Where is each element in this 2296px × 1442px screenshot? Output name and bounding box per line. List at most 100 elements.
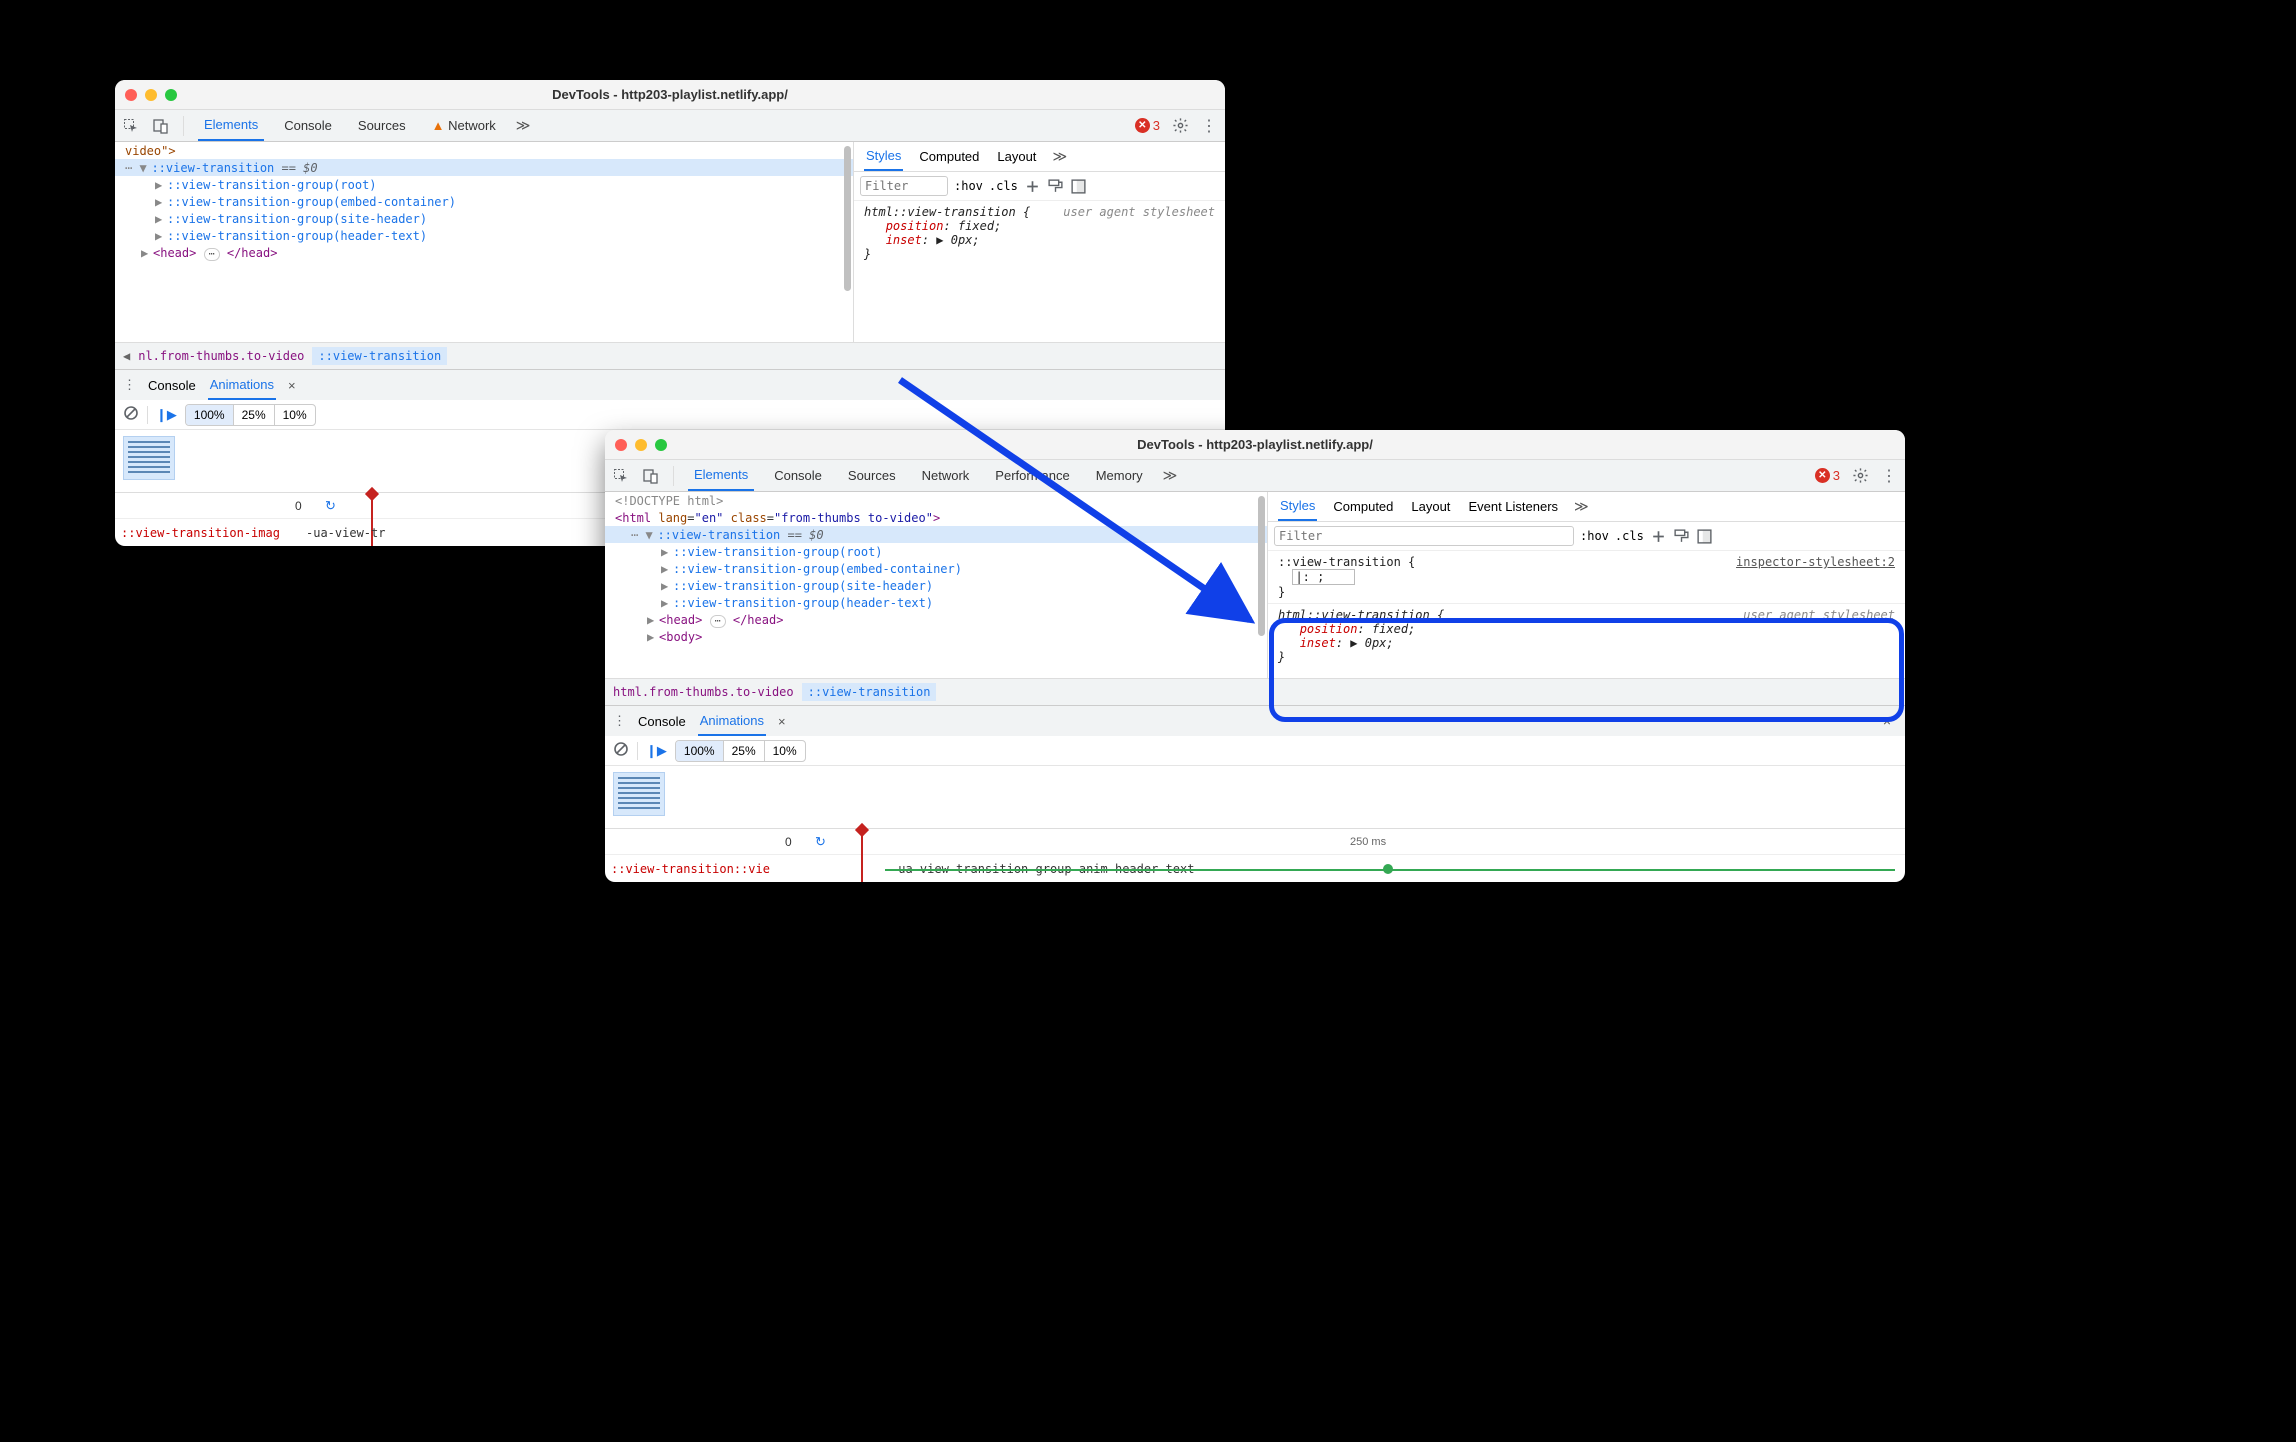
filter-input[interactable] [1274, 526, 1574, 546]
filter-input[interactable] [860, 176, 948, 196]
crumb-item[interactable]: html.from-thumbs.to-video [613, 685, 794, 699]
animation-thumbnails[interactable] [605, 766, 1905, 828]
clear-icon[interactable] [123, 405, 139, 424]
property-edit-input[interactable]: |: ; [1292, 569, 1355, 585]
hov-toggle[interactable]: :hov [1580, 529, 1609, 543]
gear-icon[interactable] [1852, 467, 1869, 484]
zoom-window-button[interactable] [165, 89, 177, 101]
tab-styles[interactable]: Styles [1278, 492, 1317, 521]
dom-node-selected[interactable]: ⋯ ▼::view-transition == $0 [115, 159, 853, 176]
play-icon[interactable]: ❙▶ [646, 743, 667, 759]
dom-node[interactable]: <html lang="en" class="from-thumbs to-vi… [605, 509, 1267, 526]
animation-group-thumb[interactable] [613, 772, 665, 816]
tab-event-listeners[interactable]: Event Listeners [1466, 493, 1560, 520]
tab-layout[interactable]: Layout [995, 143, 1038, 170]
drawer-tab-animations[interactable]: Animations [208, 371, 276, 400]
crumb-item-active[interactable]: ::view-transition [312, 347, 447, 365]
drawer-tab-console[interactable]: Console [148, 378, 196, 393]
tab-styles[interactable]: Styles [864, 142, 903, 171]
dom-node[interactable]: ▶::view-transition-group(header-text) [115, 227, 853, 244]
speed-toggle[interactable]: 100% 25% 10% [675, 740, 806, 762]
drawer-tab-animations[interactable]: Animations [698, 707, 766, 736]
hov-toggle[interactable]: :hov [954, 179, 983, 193]
minimize-window-button[interactable] [635, 439, 647, 451]
css-rule-inspector[interactable]: inspector-stylesheet:2 ::view-transition… [1268, 551, 1905, 603]
drawer-tab-close-icon[interactable]: × [778, 714, 786, 729]
close-window-button[interactable] [615, 439, 627, 451]
tab-console[interactable]: Console [278, 111, 338, 140]
close-window-button[interactable] [125, 89, 137, 101]
dom-tree-panel[interactable]: <!DOCTYPE html> <html lang="en" class="f… [605, 492, 1267, 678]
kebab-icon[interactable]: ⋮ [1201, 116, 1217, 136]
kebab-icon[interactable]: ⋮ [613, 713, 626, 729]
breadcrumb[interactable]: html.from-thumbs.to-video ::view-transit… [605, 678, 1905, 705]
more-tabs-icon[interactable]: ≫ [1574, 498, 1589, 515]
rule-source-link[interactable]: inspector-stylesheet:2 [1736, 555, 1895, 569]
paint-icon[interactable] [1673, 528, 1690, 545]
kebab-icon[interactable]: ⋮ [1881, 466, 1897, 486]
dom-node[interactable]: ▶<head> ⋯ </head> [605, 611, 1267, 628]
breadcrumb[interactable]: ◀ nl.from-thumbs.to-video ::view-transit… [115, 342, 1225, 369]
scrollbar[interactable] [1258, 496, 1265, 636]
clear-icon[interactable] [613, 741, 629, 760]
dom-node[interactable]: ▶<head> ⋯ </head> [115, 244, 853, 261]
replay-icon[interactable]: ↻ [815, 834, 826, 850]
tab-elements[interactable]: Elements [688, 460, 754, 491]
tab-performance[interactable]: Performance [989, 461, 1075, 490]
more-tabs-icon[interactable]: ≫ [1163, 467, 1178, 484]
more-tabs-icon[interactable]: ≫ [516, 117, 531, 134]
close-icon[interactable]: × [288, 378, 296, 393]
animation-ruler[interactable]: 0 ↻ 250 ms [605, 828, 1905, 854]
new-rule-icon[interactable] [1024, 178, 1041, 195]
dom-node[interactable]: ▶<body> [605, 628, 1267, 645]
more-tabs-icon[interactable]: ≫ [1052, 148, 1067, 165]
css-rule[interactable]: user agent stylesheet html::view-transit… [1268, 603, 1905, 668]
crumb-back-icon[interactable]: ◀ [123, 349, 130, 363]
tab-network[interactable]: Network [916, 461, 976, 490]
drawer-close-icon[interactable]: × [1877, 713, 1897, 729]
kebab-icon[interactable]: ⋮ [123, 377, 136, 393]
computed-toggle-icon[interactable] [1696, 528, 1713, 545]
css-rule[interactable]: user agent stylesheet html::view-transit… [854, 201, 1225, 265]
error-count-badge[interactable]: ✕3 [1815, 468, 1840, 483]
minimize-window-button[interactable] [145, 89, 157, 101]
tab-elements[interactable]: Elements [198, 110, 264, 141]
cls-toggle[interactable]: .cls [989, 179, 1018, 193]
dom-node[interactable]: ▶::view-transition-group(embed-container… [605, 560, 1267, 577]
error-count-badge[interactable]: ✕3 [1135, 118, 1160, 133]
tab-computed[interactable]: Computed [1331, 493, 1395, 520]
inspect-icon[interactable] [613, 468, 629, 484]
dom-node[interactable]: ▶::view-transition-group(header-text) [605, 594, 1267, 611]
gear-icon[interactable] [1172, 117, 1189, 134]
dom-node[interactable]: ▶::view-transition-group(site-header) [605, 577, 1267, 594]
tab-console[interactable]: Console [768, 461, 828, 490]
dom-node[interactable]: ▶::view-transition-group(root) [115, 176, 853, 193]
crumb-item[interactable]: nl.from-thumbs.to-video [138, 349, 304, 363]
animation-row[interactable]: ::view-transition::vie -ua-view-transiti… [605, 854, 1905, 882]
tab-network[interactable]: ▲ Network [426, 111, 502, 140]
tab-computed[interactable]: Computed [917, 143, 981, 170]
zoom-window-button[interactable] [655, 439, 667, 451]
cls-toggle[interactable]: .cls [1615, 529, 1644, 543]
computed-toggle-icon[interactable] [1070, 178, 1087, 195]
animation-group-thumb[interactable] [123, 436, 175, 480]
drawer-tab-console[interactable]: Console [638, 714, 686, 729]
scrollbar[interactable] [844, 146, 851, 291]
crumb-item-active[interactable]: ::view-transition [802, 683, 937, 701]
dom-node[interactable]: ▶::view-transition-group(embed-container… [115, 193, 853, 210]
device-toggle-icon[interactable] [643, 468, 659, 484]
dom-node[interactable]: ▶::view-transition-group(site-header) [115, 210, 853, 227]
new-rule-icon[interactable] [1650, 528, 1667, 545]
replay-icon[interactable]: ↻ [325, 498, 336, 514]
device-toggle-icon[interactable] [153, 118, 169, 134]
keyframe-dot[interactable] [1383, 864, 1393, 874]
speed-toggle[interactable]: 100% 25% 10% [185, 404, 316, 426]
tab-sources[interactable]: Sources [352, 111, 412, 140]
dom-node[interactable]: ▶::view-transition-group(root) [605, 543, 1267, 560]
tab-memory[interactable]: Memory [1090, 461, 1149, 490]
play-icon[interactable]: ❙▶ [156, 407, 177, 423]
dom-tree-panel[interactable]: video"> ⋯ ▼::view-transition == $0 ▶::vi… [115, 142, 853, 342]
tab-sources[interactable]: Sources [842, 461, 902, 490]
dom-node-selected[interactable]: ⋯ ▼::view-transition == $0 [605, 526, 1267, 543]
tab-layout[interactable]: Layout [1409, 493, 1452, 520]
